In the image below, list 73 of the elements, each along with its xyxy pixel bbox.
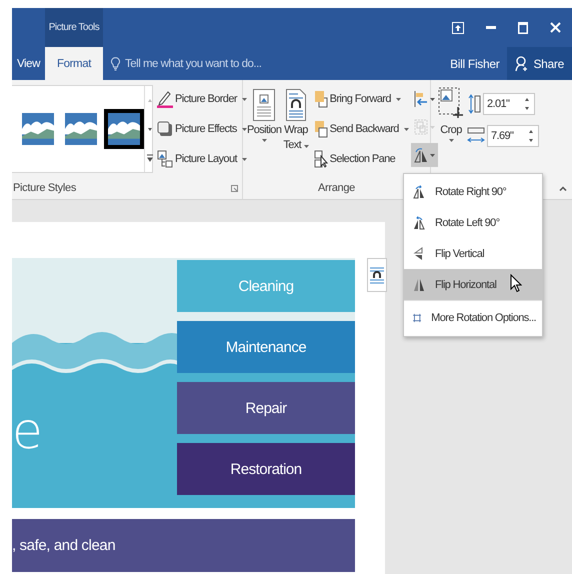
bring-forward-icon bbox=[314, 90, 328, 108]
menu-item[interactable]: Flip Horizontal bbox=[404, 269, 542, 300]
wrap-layout-icon bbox=[370, 266, 384, 284]
ribbon-display-icon[interactable] bbox=[452, 22, 464, 34]
ribbon-tab[interactable]: Format bbox=[45, 47, 103, 80]
menu-item[interactable]: Rotate Right 90° bbox=[404, 176, 542, 207]
close-icon[interactable] bbox=[550, 22, 561, 33]
height-field[interactable]: 2.01" bbox=[483, 93, 535, 115]
align-icon bbox=[414, 91, 428, 107]
page-picture-icon bbox=[253, 89, 276, 121]
height-icon bbox=[467, 94, 481, 114]
collapse-ribbon-icon[interactable] bbox=[559, 186, 567, 190]
service-tile: Repair bbox=[177, 382, 355, 434]
menu-item[interactable]: Rotate Left 90° bbox=[404, 207, 542, 238]
rotate-left-icon bbox=[413, 216, 425, 230]
caret-icon bbox=[242, 128, 247, 130]
caret-icon bbox=[396, 98, 401, 100]
pencil-icon bbox=[157, 90, 173, 108]
caret-icon bbox=[242, 158, 247, 160]
crop-icon bbox=[438, 87, 464, 121]
ribbon-tab[interactable]: View bbox=[12, 47, 45, 80]
service-tile: Maintenance bbox=[177, 321, 355, 373]
group-label: Picture Styles bbox=[13, 182, 76, 194]
group-icon bbox=[414, 119, 428, 135]
ribbon-command[interactable]: Bring Forward bbox=[314, 88, 409, 110]
dialog-launcher-icon[interactable] bbox=[231, 184, 238, 192]
caret-icon bbox=[448, 139, 454, 142]
ribbon-command[interactable]: Send Backward bbox=[314, 118, 409, 140]
person-add-icon bbox=[515, 56, 530, 72]
wrap-text-button[interactable]: Wrap Text bbox=[282, 85, 310, 155]
wrap-text-icon bbox=[286, 89, 306, 121]
service-tile: Cleaning bbox=[177, 260, 355, 312]
crop-button[interactable]: Crop bbox=[437, 85, 465, 146]
menu-item[interactable]: Flip Vertical bbox=[404, 238, 542, 269]
send-backward-icon bbox=[314, 120, 328, 138]
tagline-banner: , safe, and clean bbox=[12, 519, 355, 572]
rotate-button[interactable] bbox=[410, 143, 438, 167]
width-field[interactable]: 7.69" bbox=[487, 125, 539, 147]
context-tab-header: Picture Tools bbox=[45, 8, 103, 47]
layout-options-button[interactable] bbox=[367, 258, 387, 292]
caret-icon bbox=[430, 126, 435, 128]
heading-fragment: e bbox=[12, 406, 43, 456]
menu-item[interactable]: More Rotation Options... bbox=[404, 300, 542, 334]
service-tile: Restoration bbox=[177, 443, 355, 495]
ribbon-command[interactable]: Picture Border bbox=[157, 88, 247, 110]
picture-style-thumbnail[interactable] bbox=[104, 109, 144, 149]
caret-icon bbox=[242, 98, 247, 100]
spinner-icon[interactable] bbox=[528, 128, 534, 144]
caret-icon bbox=[430, 154, 435, 156]
user-name[interactable]: Bill Fisher bbox=[450, 56, 500, 70]
spinner-icon[interactable] bbox=[524, 96, 530, 112]
shadow-square-icon bbox=[157, 121, 173, 137]
rotate-right-icon bbox=[413, 184, 425, 198]
ribbon-command[interactable]: Picture Layout bbox=[157, 148, 247, 170]
width-icon bbox=[467, 127, 485, 145]
caret-icon bbox=[262, 139, 267, 142]
flip-vertical-icon bbox=[413, 246, 425, 260]
maximize-icon[interactable] bbox=[518, 22, 528, 34]
caret-icon bbox=[304, 145, 309, 148]
caret-icon bbox=[430, 98, 435, 100]
ribbon-command[interactable]: Picture Effects bbox=[157, 118, 247, 140]
selection-pane-icon bbox=[314, 150, 328, 168]
share-button[interactable]: Share bbox=[507, 47, 572, 80]
tell-me-field[interactable]: Tell me what you want to do... bbox=[111, 47, 262, 80]
rotate-icon bbox=[414, 147, 428, 163]
mouse-cursor-icon bbox=[510, 274, 522, 293]
group-label: Arrange bbox=[318, 182, 356, 194]
caret-icon bbox=[404, 128, 409, 130]
flip-horizontal-icon bbox=[413, 278, 425, 292]
lightbulb-icon bbox=[111, 56, 120, 70]
ribbon-command[interactable]: Selection Pane bbox=[314, 148, 409, 170]
picture-layout-icon bbox=[157, 150, 173, 168]
position-button[interactable]: Position bbox=[246, 85, 282, 146]
